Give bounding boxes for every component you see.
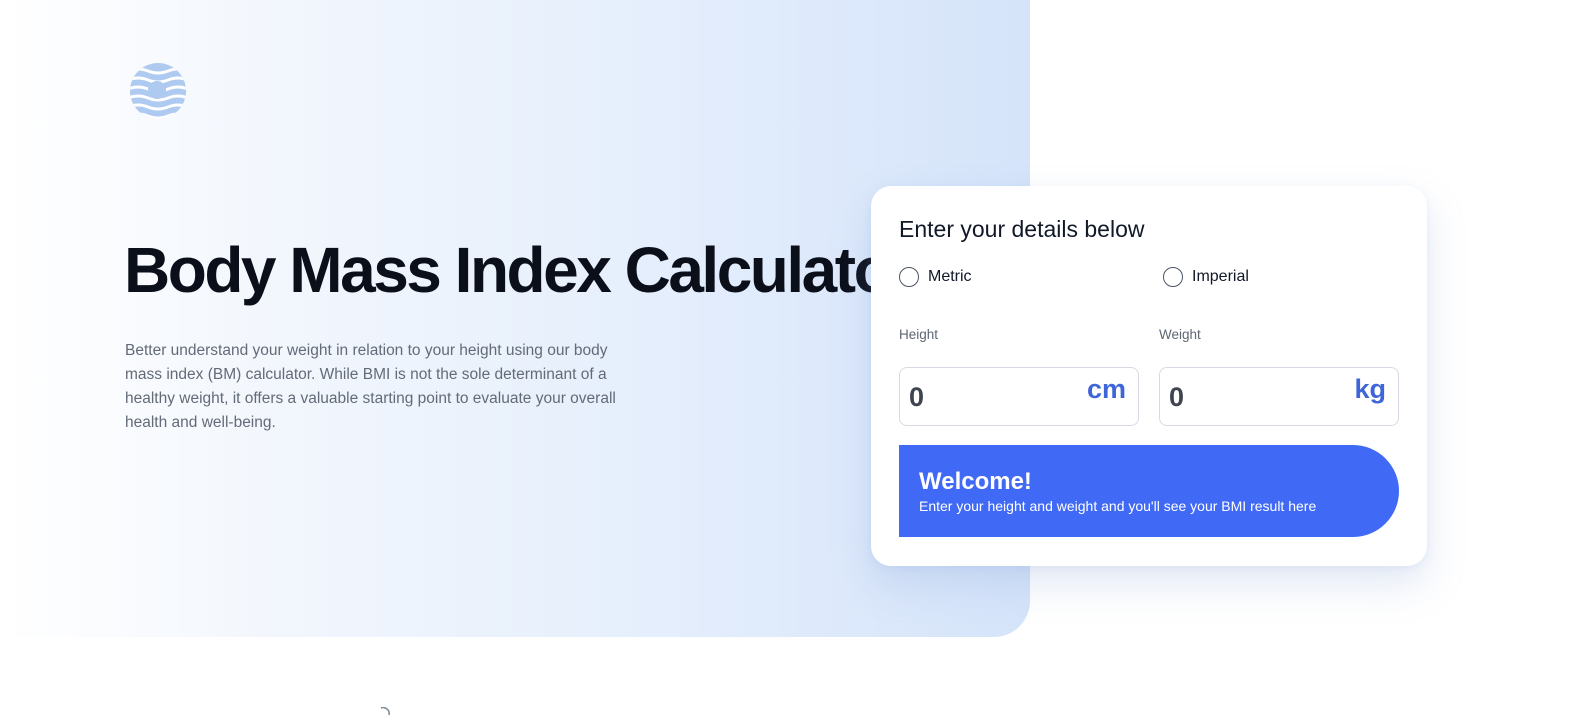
height-value[interactable]: 0 bbox=[909, 382, 924, 413]
height-label: Height bbox=[899, 327, 939, 342]
bmi-form-card: Enter your details below Metric Imperial… bbox=[871, 186, 1427, 566]
result-text: Enter your height and weight and you'll … bbox=[919, 498, 1317, 514]
metric-radio-option[interactable]: Metric bbox=[899, 267, 972, 287]
weight-label: Weight bbox=[1159, 327, 1201, 342]
weight-value[interactable]: 0 bbox=[1169, 382, 1184, 413]
metric-radio[interactable] bbox=[899, 267, 919, 287]
form-title: Enter your details below bbox=[899, 216, 1145, 242]
imperial-radio-option[interactable]: Imperial bbox=[1163, 267, 1249, 287]
result-title: Welcome! bbox=[919, 468, 1032, 495]
intro-text: Better understand your weight in relatio… bbox=[125, 342, 616, 431]
weight-input[interactable]: 0 kg bbox=[1159, 367, 1399, 426]
metric-label: Metric bbox=[928, 268, 972, 285]
height-input[interactable]: 0 cm bbox=[899, 367, 1139, 426]
page-title: Body Mass Index Calculator bbox=[124, 234, 915, 306]
loading-spinner-icon bbox=[378, 706, 392, 717]
bmi-result-panel: Welcome! Enter your height and weight an… bbox=[899, 445, 1399, 537]
imperial-radio[interactable] bbox=[1163, 267, 1183, 287]
weight-unit: kg bbox=[1354, 374, 1386, 404]
page: Body Mass Index Calculator Better unders… bbox=[0, 0, 1578, 717]
height-unit: cm bbox=[1086, 374, 1126, 404]
imperial-label: Imperial bbox=[1192, 268, 1249, 285]
logo-icon[interactable] bbox=[128, 61, 188, 121]
